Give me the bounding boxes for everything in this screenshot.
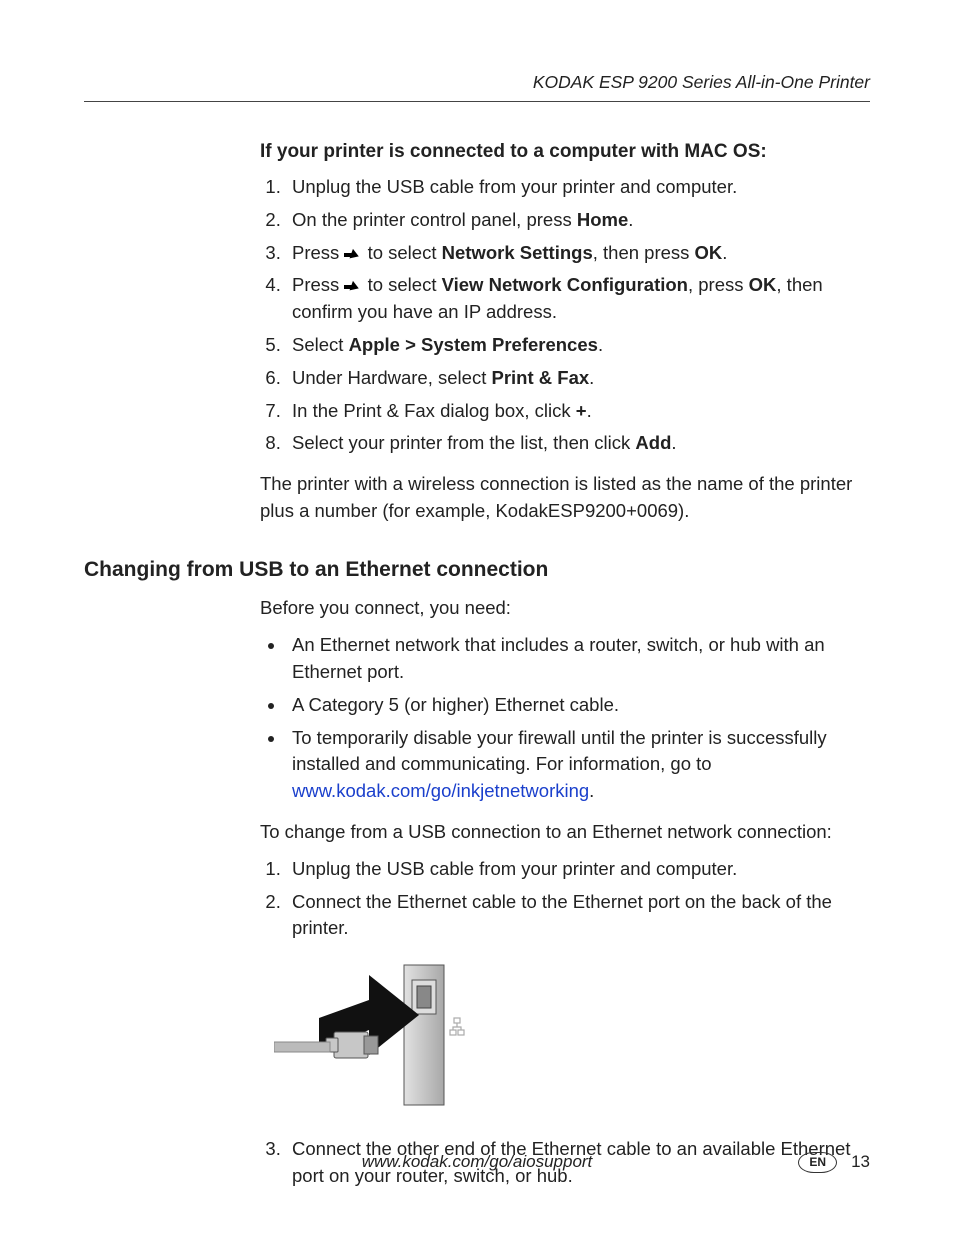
- list-item: Select Apple > System Preferences.: [286, 332, 870, 359]
- list-item: Select your printer from the list, then …: [286, 430, 870, 457]
- eth-requirements: An Ethernet network that includes a rout…: [260, 632, 870, 805]
- inkjet-networking-link[interactable]: www.kodak.com/go/inkjetnetworking: [292, 780, 589, 801]
- footer-page-group: EN 13: [798, 1150, 870, 1175]
- list-item: A Category 5 (or higher) Ethernet cable.: [286, 692, 870, 719]
- footer-url: www.kodak.com/go/aiosupport: [362, 1150, 593, 1175]
- list-item: Unplug the USB cable from your printer a…: [286, 174, 870, 201]
- ethernet-heading: Changing from USB to an Ethernet connect…: [84, 555, 870, 585]
- list-item: Press to select View Network Configurati…: [286, 272, 870, 326]
- list-item: Under Hardware, select Print & Fax.: [286, 365, 870, 392]
- list-item: On the printer control panel, press Home…: [286, 207, 870, 234]
- list-item: To temporarily disable your firewall unt…: [286, 725, 870, 805]
- list-item: An Ethernet network that includes a rout…: [286, 632, 870, 686]
- page-footer: www.kodak.com/go/aiosupport EN 13: [84, 1150, 870, 1175]
- down-arrow-icon: [344, 282, 362, 292]
- mac-section: If your printer is connected to a comput…: [260, 138, 870, 524]
- page-number: 13: [851, 1150, 870, 1175]
- eth-intro: Before you connect, you need:: [260, 595, 870, 622]
- eth-steps: Unplug the USB cable from your printer a…: [260, 856, 870, 942]
- ethernet-section: Before you connect, you need: An Etherne…: [260, 595, 870, 1189]
- eth-intro2: To change from a USB connection to an Et…: [260, 819, 870, 846]
- header-title: KODAK ESP 9200 Series All-in-One Printer: [533, 72, 870, 92]
- mac-steps: Unplug the USB cable from your printer a…: [260, 174, 870, 457]
- list-item: Connect the Ethernet cable to the Ethern…: [286, 889, 870, 943]
- down-arrow-icon: [344, 250, 362, 260]
- document-page: KODAK ESP 9200 Series All-in-One Printer…: [0, 0, 954, 1235]
- mac-heading: If your printer is connected to a comput…: [260, 138, 870, 166]
- ethernet-cable-figure: [274, 960, 870, 1118]
- list-item: In the Print & Fax dialog box, click +.: [286, 398, 870, 425]
- ethernet-illustration: [274, 960, 494, 1110]
- list-item: Unplug the USB cable from your printer a…: [286, 856, 870, 883]
- running-header: KODAK ESP 9200 Series All-in-One Printer: [84, 70, 870, 102]
- mac-after-paragraph: The printer with a wireless connection i…: [260, 471, 870, 525]
- list-item: Press to select Network Settings, then p…: [286, 240, 870, 267]
- language-badge: EN: [798, 1152, 837, 1173]
